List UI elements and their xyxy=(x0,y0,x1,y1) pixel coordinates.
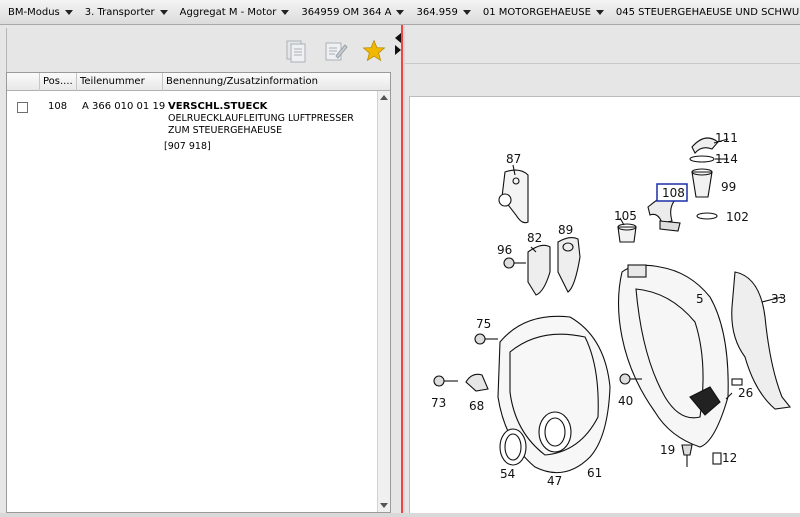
vertical-scrollbar[interactable] xyxy=(377,91,390,512)
callout-19[interactable]: 19 xyxy=(660,443,675,457)
collapse-left-icon[interactable] xyxy=(395,33,401,43)
breadcrumb-bm-modus[interactable]: BM-Modus xyxy=(0,0,77,24)
callout-89[interactable]: 89 xyxy=(558,223,573,237)
row-part-number: A 366 010 01 19 xyxy=(82,101,166,112)
breadcrumb-label: 364.959 xyxy=(416,6,458,18)
breadcrumb-label: 01 MOTORGEHAEUSE xyxy=(482,6,591,18)
callout-73[interactable]: 73 xyxy=(431,396,446,410)
scroll-down-icon[interactable] xyxy=(380,503,388,508)
scroll-up-icon[interactable] xyxy=(380,95,388,100)
callout-105[interactable]: 105 xyxy=(614,209,637,223)
callout-111[interactable]: 111 xyxy=(715,131,738,145)
diagram-toolbar xyxy=(405,63,800,97)
breadcrumb-transporter[interactable]: 3. Transporter xyxy=(77,0,172,24)
breadcrumb-label: 045 STEUERGEHAEUSE UND SCHWUNGRADGEHAEU xyxy=(615,6,800,18)
breadcrumb-label: BM-Modus xyxy=(8,6,60,18)
row-pos: 108 xyxy=(48,101,68,112)
parts-table: Pos.... Teilenummer Benennung/Zusatzinfo… xyxy=(6,72,391,513)
callout-5[interactable]: 5 xyxy=(696,292,704,306)
breadcrumb-aggregat[interactable]: Aggregat M - Motor xyxy=(172,0,294,24)
callout-102[interactable]: 102 xyxy=(726,210,749,224)
callout-68[interactable]: 68 xyxy=(469,399,484,413)
exploded-view-diagram[interactable]: 87 111 114 99 102 105 96 82 89 5 33 75 7… xyxy=(409,96,800,513)
breadcrumb-label: 3. Transporter xyxy=(84,6,155,18)
chevron-down-icon xyxy=(64,9,73,15)
row-info-line-1: OELRUECKLAUFLEITUNG LUFTPRESSER xyxy=(168,113,354,124)
parts-list-panel: Pos.... Teilenummer Benennung/Zusatzinfo… xyxy=(0,25,393,513)
breadcrumb-subgroup[interactable]: 045 STEUERGEHAEUSE UND SCHWUNGRADGEHAEU xyxy=(608,0,800,24)
callout-26[interactable]: 26 xyxy=(738,386,753,400)
callout-108-selected[interactable]: 108 xyxy=(662,186,685,200)
table-row[interactable]: 108 A 366 010 01 19 VERSCHL.STUECK OELRU… xyxy=(7,92,377,152)
breadcrumb-label: Aggregat M - Motor xyxy=(179,6,277,18)
callout-114[interactable]: 114 xyxy=(715,152,738,166)
callout-12[interactable]: 12 xyxy=(722,451,737,465)
collapse-right-icon[interactable] xyxy=(395,45,401,55)
callout-33[interactable]: 33 xyxy=(771,292,786,306)
callout-87[interactable]: 87 xyxy=(506,152,521,166)
chevron-down-icon xyxy=(462,9,471,15)
diagram-panel: 87 111 114 99 102 105 96 82 89 5 33 75 7… xyxy=(405,25,800,513)
panel-splitter[interactable] xyxy=(393,25,403,513)
breadcrumb-engine[interactable]: 364959 OM 364 A xyxy=(293,0,408,24)
parts-toolbar xyxy=(6,28,393,72)
breadcrumb-model[interactable]: 364.959 xyxy=(408,0,474,24)
col-part-number-header[interactable]: Teilenummer xyxy=(77,73,163,91)
chevron-down-icon xyxy=(595,9,604,15)
breadcrumb-group[interactable]: 01 MOTORGEHAEUSE xyxy=(475,0,608,24)
callout-82[interactable]: 82 xyxy=(527,231,542,245)
chevron-down-icon xyxy=(159,9,168,15)
callout-99[interactable]: 99 xyxy=(721,180,736,194)
breadcrumb-bar: BM-Modus 3. Transporter Aggregat M - Mot… xyxy=(0,0,800,25)
callout-61[interactable]: 61 xyxy=(587,466,602,480)
chevron-down-icon xyxy=(281,9,290,15)
callout-75[interactable]: 75 xyxy=(476,317,491,331)
callout-47[interactable]: 47 xyxy=(547,474,562,488)
copy-doc-icon[interactable] xyxy=(283,38,309,64)
edit-note-icon[interactable] xyxy=(323,38,349,64)
row-code: [907 918] xyxy=(164,141,211,152)
row-checkbox[interactable] xyxy=(17,102,28,113)
favorite-star-icon[interactable] xyxy=(361,38,387,64)
table-header: Pos.... Teilenummer Benennung/Zusatzinfo… xyxy=(7,73,390,91)
callout-40[interactable]: 40 xyxy=(618,394,633,408)
callout-54[interactable]: 54 xyxy=(500,467,515,481)
diagram-svg: 87 111 114 99 102 105 96 82 89 5 33 75 7… xyxy=(431,131,792,488)
chevron-down-icon xyxy=(396,9,405,15)
callout-96[interactable]: 96 xyxy=(497,243,512,257)
breadcrumb-label: 364959 OM 364 A xyxy=(301,6,392,18)
col-checkbox-header xyxy=(7,73,40,91)
col-name-header[interactable]: Benennung/Zusatzinformation xyxy=(163,73,390,91)
row-info-line-2: ZUM STEUERGEHAEUSE xyxy=(168,125,283,136)
row-part-name: VERSCHL.STUECK xyxy=(168,101,268,112)
col-pos-header[interactable]: Pos.... xyxy=(40,73,77,91)
